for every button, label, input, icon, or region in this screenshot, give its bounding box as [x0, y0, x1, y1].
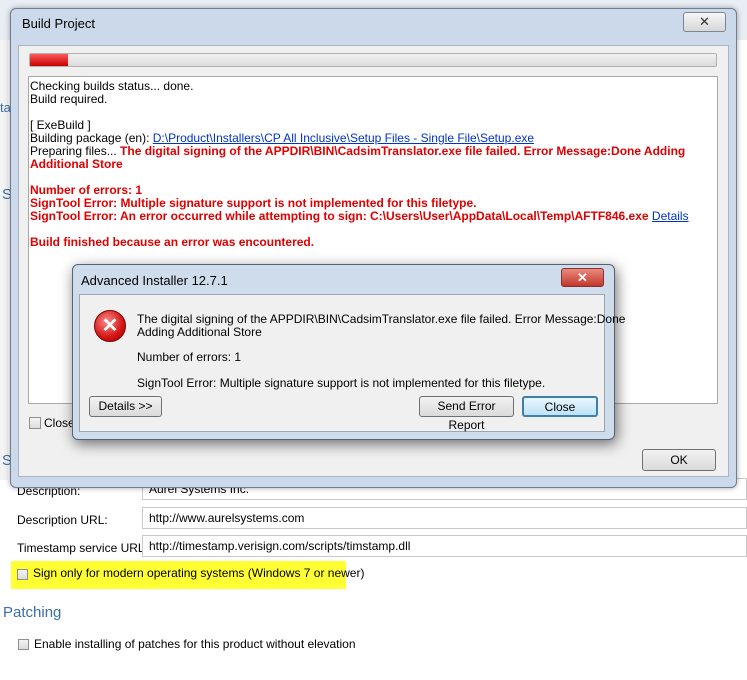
sign-modern-label: Sign only for modern operating systems (… [33, 566, 365, 580]
close-icon: ✕ [577, 270, 588, 285]
dialog-close-button[interactable]: ✕ [561, 268, 604, 287]
log-error-line: Additional Store [30, 157, 123, 171]
dialog-signtool-error: SignTool Error: Multiple signature suppo… [137, 376, 546, 390]
details-link[interactable]: Details [652, 209, 689, 223]
send-error-report-button[interactable]: Send Error Report [419, 396, 514, 432]
build-progress-fill [30, 54, 68, 66]
log-line: SignTool Error: An error occurred while … [30, 210, 689, 223]
log-error-line: Build finished because an error was enco… [30, 235, 315, 249]
description-url-input[interactable]: http://www.aurelsystems.com [142, 507, 747, 529]
log-error-text: SignTool Error: An error occurred while … [30, 209, 649, 223]
dialog-title: Advanced Installer 12.7.1 [81, 273, 228, 288]
patching-section-title: Patching [3, 604, 62, 621]
description-url-label: Description URL: [17, 513, 108, 527]
ok-button[interactable]: OK [642, 449, 716, 471]
log-error-text: The digital signing of the APPDIR\BIN\Ca… [120, 144, 686, 158]
close-button[interactable]: Close [522, 396, 598, 417]
timestamp-url-label: Timestamp service URL: [17, 541, 148, 555]
sign-modern-checkbox[interactable] [17, 569, 28, 580]
log-line: Preparing files... The digital signing o… [30, 145, 685, 158]
setup-path-link[interactable]: D:\Product\Installers\CP All Inclusive\S… [153, 131, 534, 145]
close-when-done-label: Close [44, 416, 75, 430]
dialog-message-line: The digital signing of the APPDIR\BIN\Ca… [137, 312, 626, 326]
build-window-close-button[interactable]: ✕ [683, 12, 726, 32]
details-button[interactable]: Details >> [89, 396, 162, 417]
log-line: Build required. [30, 92, 108, 106]
timestamp-url-input[interactable]: http://timestamp.verisign.com/scripts/ti… [142, 535, 747, 557]
error-icon: ✕ [94, 310, 126, 342]
close-icon: ✕ [699, 14, 710, 29]
log-text: Building package (en): [30, 131, 153, 145]
build-progress-bar [29, 53, 717, 67]
log-text: Preparing files... [30, 144, 121, 158]
close-when-done-checkbox[interactable] [29, 417, 41, 429]
dialog-error-count: Number of errors: 1 [137, 350, 242, 364]
patch-elevation-label: Enable installing of patches for this pr… [34, 637, 356, 651]
build-window-title: Build Project [22, 16, 95, 31]
dialog-message-line: Adding Additional Store [137, 325, 262, 339]
patch-elevation-checkbox[interactable] [18, 639, 29, 650]
